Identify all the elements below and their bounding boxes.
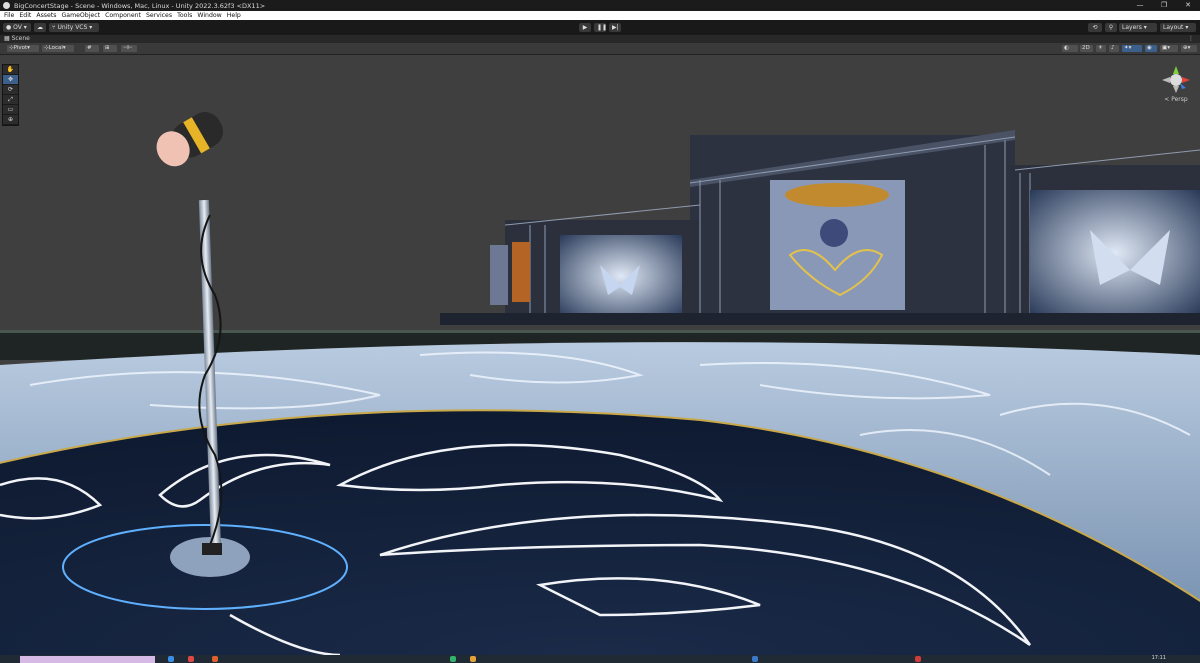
taskbar-app-icon[interactable] (212, 656, 218, 662)
menu-edit[interactable]: Edit (19, 12, 31, 19)
tab-scene[interactable]: ▦ Scene (4, 35, 30, 43)
scale-tool-button[interactable]: ⤢ (3, 95, 18, 105)
shading-icon: ◐ (1064, 45, 1069, 51)
microphone-head (156, 112, 224, 167)
hanging-ring-decor (785, 183, 889, 207)
pause-button[interactable]: ❚❚ (594, 23, 608, 32)
close-button[interactable]: ✕ (1176, 0, 1200, 11)
scene-render (0, 112, 1200, 655)
layers-dropdown[interactable]: Layers ▾ (1119, 23, 1157, 32)
pause-icon: ❚❚ (597, 24, 608, 31)
audio-toggle[interactable]: ♪ (1109, 45, 1119, 52)
pivot-dropdown[interactable]: ⊹Pivot▾ (7, 45, 39, 52)
window-title: BigConcertStage - Scene - Windows, Mac, … (14, 1, 266, 10)
account-label: OV (13, 24, 22, 31)
cloud-icon: ☁ (37, 24, 43, 31)
axis-gizmo-icon (1162, 66, 1190, 93)
layers-label: Layers (1122, 24, 1142, 31)
main-toolbar: ● OV ▾ ☁ ⑂ Unity VCS ▾ ▶ ❚❚ ▶| ⟲ ⚲ Layer… (0, 20, 1200, 36)
minimize-button[interactable]: — (1128, 0, 1152, 11)
pivot-label: Pivot (13, 45, 28, 51)
snap-increment-button[interactable]: ⊞ (103, 45, 117, 52)
right-led-screen (1030, 190, 1200, 315)
perspective-label[interactable]: < Persp (1158, 96, 1194, 103)
cloud-button[interactable]: ☁ (34, 23, 46, 32)
scene-tab-bar: ▦ Scene ⋮ (0, 35, 1200, 43)
taskbar-app-icon[interactable] (915, 656, 921, 662)
step-icon: ▶| (612, 24, 619, 31)
grid-snap-button[interactable]: # (85, 45, 99, 52)
menu-bar: File Edit Assets GameObject Component Se… (0, 11, 1200, 20)
menu-services[interactable]: Services (146, 12, 172, 19)
menu-component[interactable]: Component (105, 12, 141, 19)
left-led-screen (560, 235, 682, 317)
snap-icon: ⊞ (105, 45, 110, 51)
incremental-snap-button[interactable]: ⊣⊢ (121, 45, 137, 52)
layout-dropdown[interactable]: Layout ▾ (1160, 23, 1196, 32)
rect-tool-button[interactable]: ▭ (3, 105, 18, 115)
scene-toolbar: ⊹Pivot▾ ⊹Local▾ # ⊞ ⊣⊢ ◐ 2D ☀ ♪ ✦▾ ◉ ▣▾ … (0, 43, 1200, 55)
lighting-toggle[interactable]: ☀ (1096, 45, 1106, 52)
local-dropdown[interactable]: ⊹Local▾ (42, 45, 74, 52)
gizmos-toggle[interactable]: ⊕▾ (1181, 45, 1197, 52)
draw-mode-button[interactable]: ◐ (1062, 45, 1078, 52)
taskbar-app-icon[interactable] (470, 656, 476, 662)
2d-label: 2D (1082, 45, 1090, 51)
window-controls: — ❐ ✕ (1128, 0, 1200, 11)
search-button[interactable]: ⚲ (1105, 23, 1117, 32)
light-icon: ☀ (1098, 45, 1103, 51)
taskbar-app-icon[interactable] (168, 656, 174, 662)
step-button[interactable]: ▶| (609, 23, 621, 32)
more-options-icon[interactable]: ⋮ (1188, 35, 1194, 43)
view-tool-button[interactable]: ✋ (3, 65, 18, 75)
scene-viewport[interactable]: ✋ ✥ ⟳ ⤢ ▭ ⊕ < Persp (0, 55, 1200, 655)
effects-toggle[interactable]: ✦▾ (1122, 45, 1142, 52)
menu-gameobject[interactable]: GameObject (61, 12, 100, 19)
menu-window[interactable]: Window (197, 12, 221, 19)
stage-structure (440, 130, 1200, 325)
hidden-objects-toggle[interactable]: ◉ (1145, 45, 1157, 52)
menu-tools[interactable]: Tools (177, 12, 192, 19)
menu-file[interactable]: File (4, 12, 14, 19)
taskbar-unity-icon[interactable] (752, 656, 758, 662)
grid-icon: # (87, 45, 92, 51)
search-icon: ⚲ (1108, 24, 1114, 31)
menu-assets[interactable]: Assets (36, 12, 56, 19)
play-button[interactable]: ▶ (579, 23, 591, 32)
transform-tool-button[interactable]: ⊕ (3, 115, 18, 125)
os-taskbar: 17:11 (0, 655, 1200, 663)
rotate-tool-button[interactable]: ⟳ (3, 85, 18, 95)
taskbar-app-icon[interactable] (188, 656, 194, 662)
disco-ball (820, 219, 848, 247)
vcs-dropdown[interactable]: ⑂ Unity VCS ▾ (49, 23, 99, 32)
menu-help[interactable]: Help (227, 12, 241, 19)
taskbar-clock: 17:11 (1151, 655, 1166, 661)
layout-label: Layout (1163, 24, 1184, 31)
audio-icon: ♪ (1111, 45, 1115, 51)
unity-logo-icon (3, 2, 10, 9)
camera-icon: ▣▾ (1162, 45, 1170, 51)
vcs-label: Unity VCS (57, 24, 88, 31)
camera-settings-button[interactable]: ▣▾ (1160, 45, 1178, 52)
scene-tools-palette: ✋ ✥ ⟳ ⤢ ▭ ⊕ (2, 64, 19, 126)
effects-icon: ✦▾ (1124, 45, 1132, 51)
gizmo-icon: ⊕▾ (1183, 45, 1191, 51)
history-button[interactable]: ⟲ (1088, 23, 1102, 32)
history-icon: ⟲ (1092, 24, 1098, 31)
move-tool-button[interactable]: ✥ (3, 75, 18, 85)
taskbar-widget[interactable] (20, 656, 155, 663)
account-dropdown[interactable]: ● OV ▾ (3, 23, 31, 32)
eye-icon: ◉ (1147, 45, 1152, 51)
tab-scene-label: Scene (11, 35, 30, 42)
ruler-icon: ⊣⊢ (123, 45, 133, 51)
restore-button[interactable]: ❐ (1152, 0, 1176, 11)
2d-toggle[interactable]: 2D (1080, 45, 1093, 52)
orientation-gizmo[interactable]: < Persp (1158, 64, 1194, 104)
play-icon: ▶ (582, 24, 588, 31)
title-bar: BigConcertStage - Scene - Windows, Mac, … (0, 0, 1200, 11)
taskbar-app-icon[interactable] (450, 656, 456, 662)
local-label: Local (48, 45, 63, 51)
